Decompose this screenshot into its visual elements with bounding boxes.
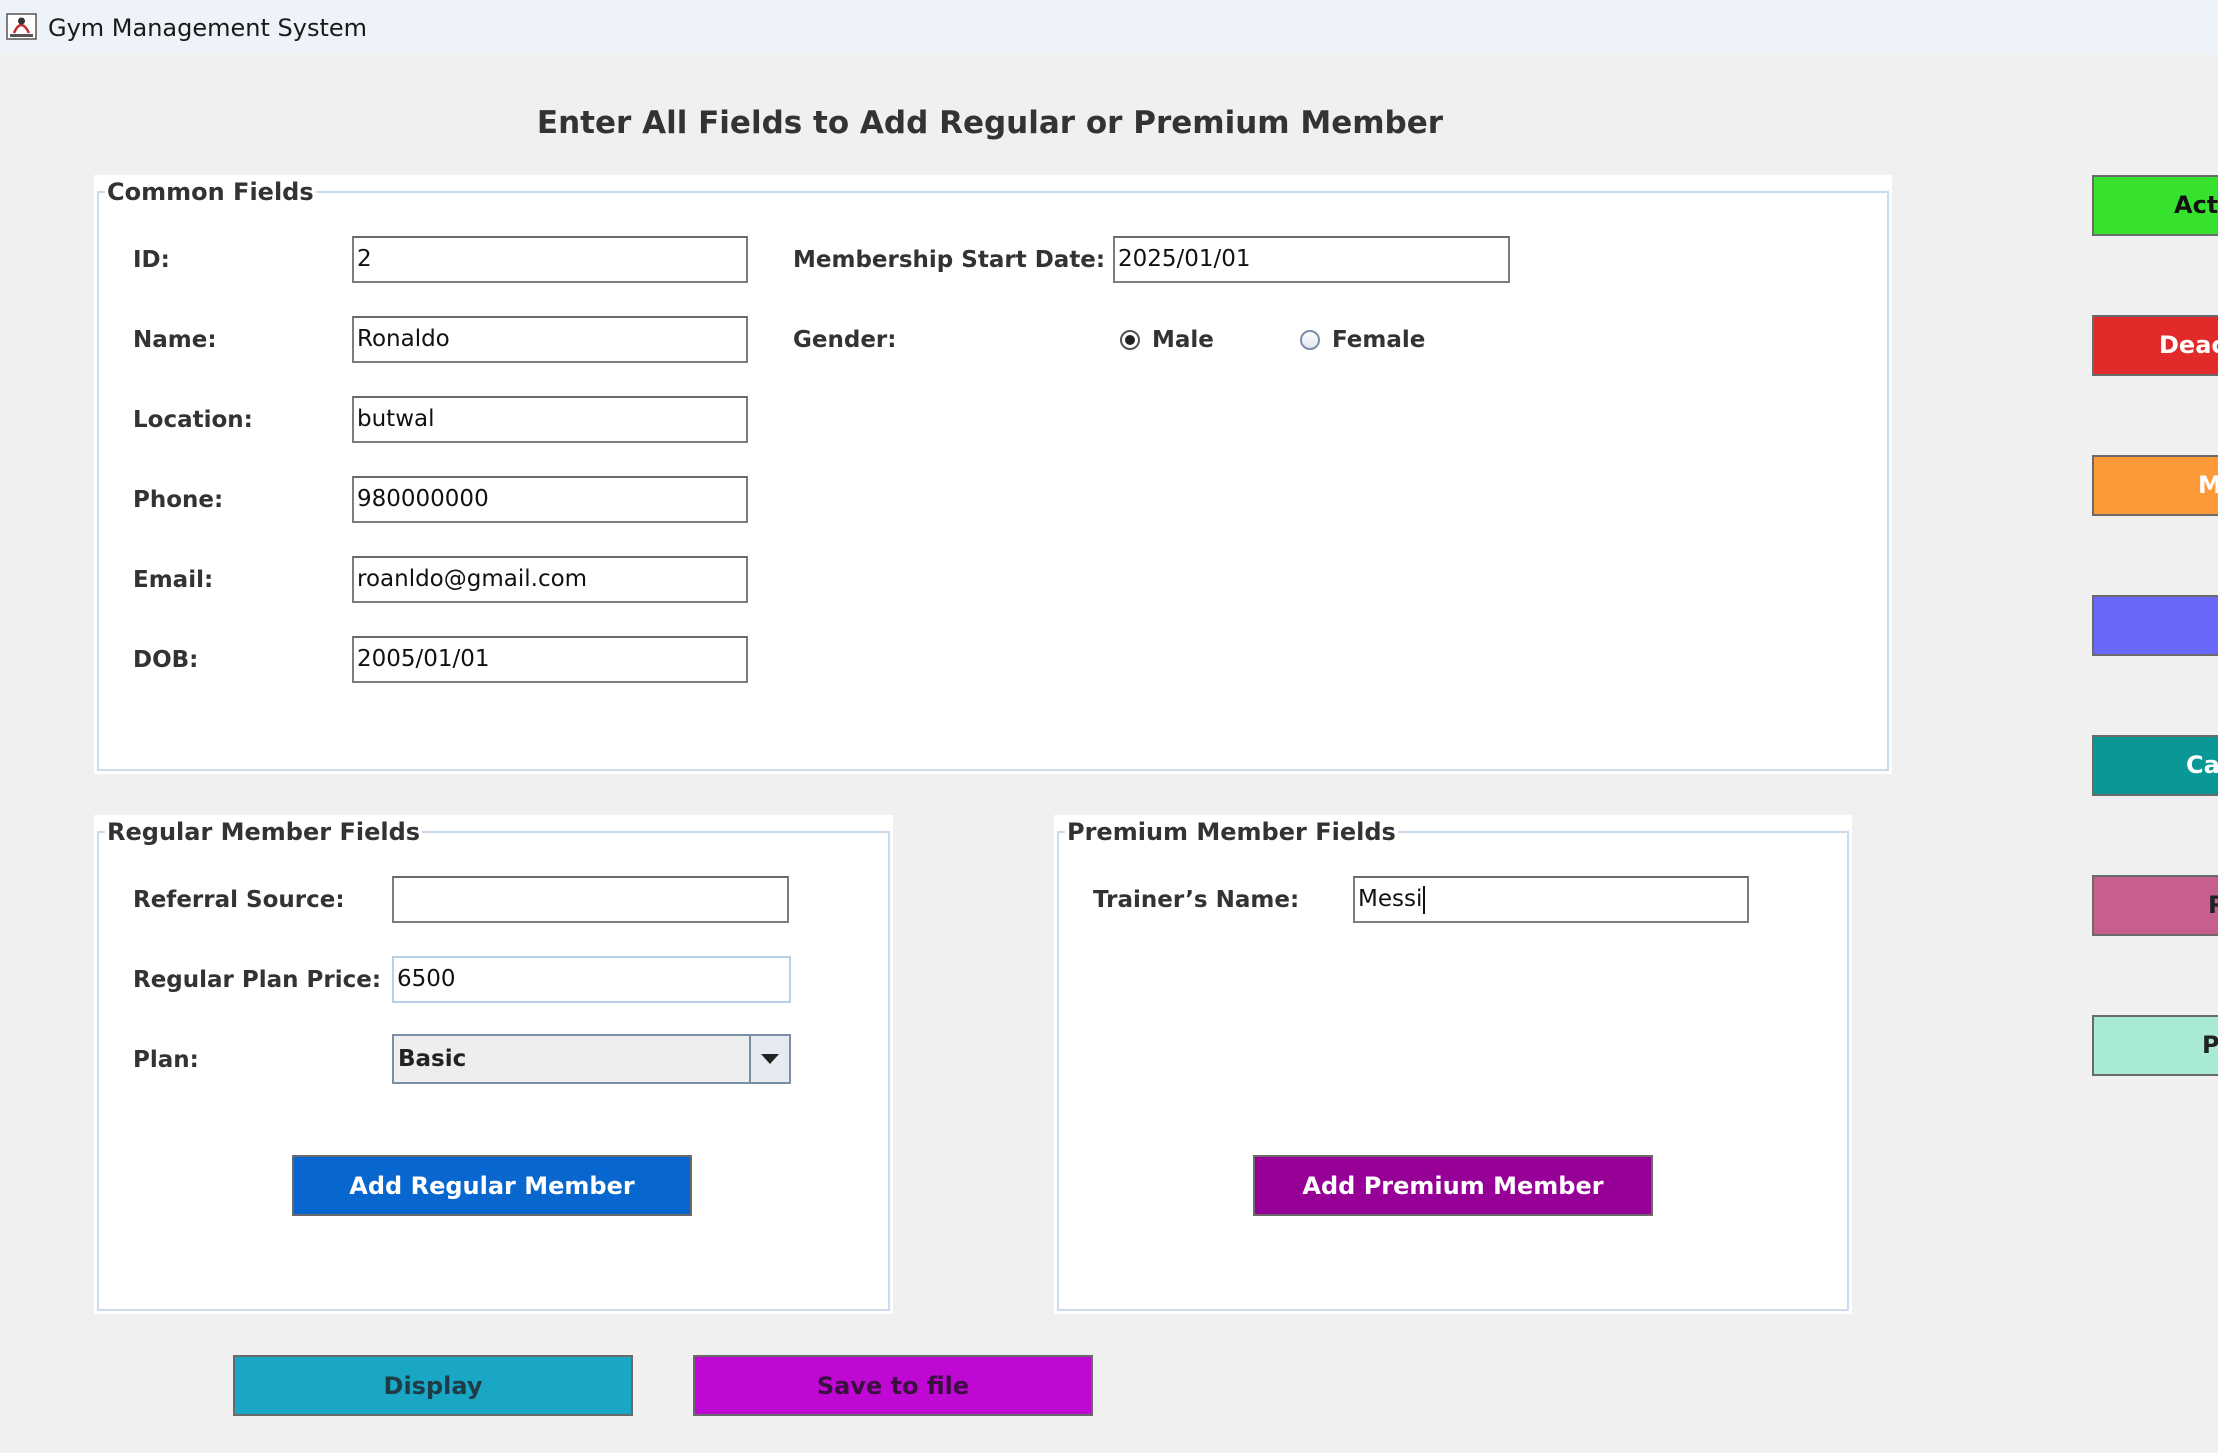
activate-button[interactable]: Acti xyxy=(2092,175,2218,236)
trainer-name-value: Messi xyxy=(1358,886,1423,912)
side-button-r[interactable]: R xyxy=(2092,875,2218,936)
premium-member-panel: Premium Member Fields Trainer’s Name: Me… xyxy=(1054,815,1852,1314)
female-radio[interactable] xyxy=(1300,330,1320,350)
regular-plan-price-label: Regular Plan Price: xyxy=(133,967,382,993)
side-button-p[interactable]: P xyxy=(2092,1015,2218,1076)
phone-label: Phone: xyxy=(133,487,224,513)
female-label: Female xyxy=(1332,327,1426,353)
add-premium-member-button[interactable]: Add Premium Member xyxy=(1253,1155,1653,1216)
page-heading: Enter All Fields to Add Regular or Premi… xyxy=(536,105,1444,141)
membership-start-field[interactable]: 2025/01/01 xyxy=(1113,236,1510,283)
id-field[interactable]: 2 xyxy=(352,236,748,283)
trainer-name-label: Trainer’s Name: xyxy=(1093,887,1300,913)
gender-male-option[interactable]: Male xyxy=(1120,325,1214,355)
email-field[interactable]: roanldo@gmail.com xyxy=(352,556,748,603)
premium-fields-legend: Premium Member Fields xyxy=(1065,817,1398,847)
window-title: Gym Management System xyxy=(48,14,368,42)
save-to-file-button[interactable]: Save to file xyxy=(693,1355,1093,1416)
referral-source-field[interactable] xyxy=(392,876,789,923)
membership-start-label: Membership Start Date: xyxy=(793,247,1106,273)
gender-female-option[interactable]: Female xyxy=(1300,325,1425,355)
name-label: Name: xyxy=(133,327,217,353)
referral-source-label: Referral Source: xyxy=(133,887,345,913)
side-button-m[interactable]: M xyxy=(2092,455,2218,516)
dob-field[interactable]: 2005/01/01 xyxy=(352,636,748,683)
location-field[interactable]: butwal xyxy=(352,396,748,443)
add-regular-member-button[interactable]: Add Regular Member xyxy=(292,1155,692,1216)
common-fields-panel: Common Fields ID: 2 Name: Ronaldo Locati… xyxy=(94,175,1892,774)
chevron-down-icon[interactable] xyxy=(749,1036,789,1082)
phone-field[interactable]: 980000000 xyxy=(352,476,748,523)
regular-member-panel: Regular Member Fields Referral Source: R… xyxy=(94,815,893,1314)
dob-label: DOB: xyxy=(133,647,199,673)
email-label: Email: xyxy=(133,567,214,593)
deactivate-button[interactable]: Deact xyxy=(2092,315,2218,376)
regular-fields-legend: Regular Member Fields xyxy=(105,817,423,847)
display-button[interactable]: Display xyxy=(233,1355,633,1416)
regular-plan-price-field[interactable]: 6500 xyxy=(392,956,791,1003)
text-caret xyxy=(1423,885,1426,914)
id-label: ID: xyxy=(133,247,170,273)
gender-label: Gender: xyxy=(793,327,897,353)
location-label: Location: xyxy=(133,407,253,433)
name-field[interactable]: Ronaldo xyxy=(352,316,748,363)
java-app-icon xyxy=(6,13,37,40)
plan-label: Plan: xyxy=(133,1047,199,1073)
side-button-cal[interactable]: Cal xyxy=(2092,735,2218,796)
male-label: Male xyxy=(1152,327,1214,353)
side-button-blank[interactable] xyxy=(2092,595,2218,656)
male-radio[interactable] xyxy=(1120,330,1140,350)
trainer-name-field[interactable]: Messi xyxy=(1353,876,1749,923)
plan-dropdown[interactable]: Basic xyxy=(392,1034,791,1084)
common-fields-legend: Common Fields xyxy=(105,177,316,207)
plan-selected-value: Basic xyxy=(398,1046,467,1072)
